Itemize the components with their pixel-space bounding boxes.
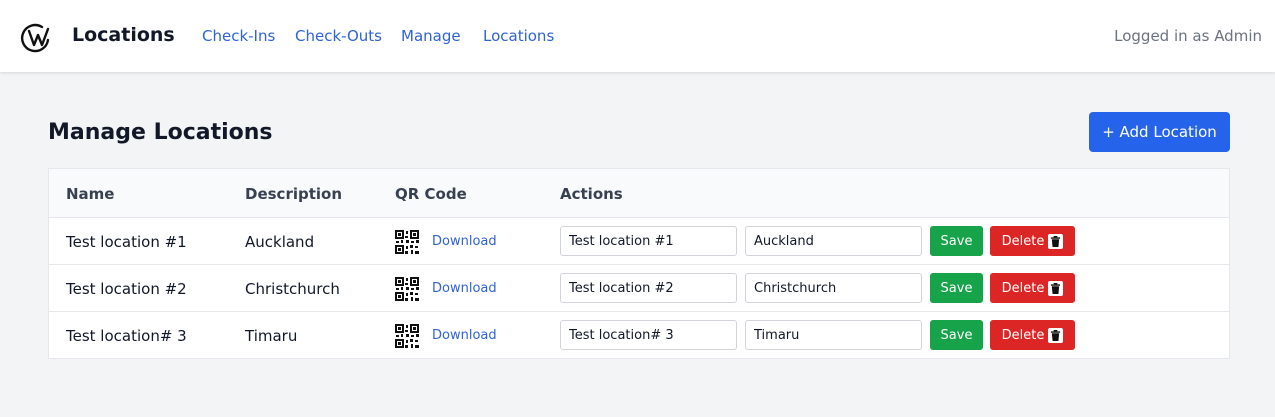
column-header-actions: Actions	[560, 185, 623, 203]
delete-label: Delete	[1001, 280, 1045, 296]
location-name: Test location #2	[66, 280, 187, 298]
location-name: Test location #1	[66, 233, 187, 251]
save-button[interactable]: Save	[930, 273, 983, 303]
trash-icon	[1048, 280, 1064, 296]
navbar: Locations Check-Ins Check-Outs Manage Lo…	[0, 0, 1275, 72]
save-button[interactable]: Save	[930, 226, 983, 256]
name-input[interactable]	[560, 320, 737, 350]
name-input[interactable]	[560, 226, 737, 256]
table-row: Test location #1 Auckland Download Save …	[49, 218, 1229, 265]
description-input[interactable]	[745, 273, 922, 303]
location-name: Test location# 3	[66, 327, 187, 345]
delete-button[interactable]: Delete	[990, 320, 1075, 350]
save-button[interactable]: Save	[930, 320, 983, 350]
add-location-button[interactable]: + Add Location	[1089, 112, 1230, 152]
nav-locations[interactable]: Locations	[483, 27, 554, 45]
qr-code-icon	[395, 230, 419, 254]
download-qr-link[interactable]: Download	[432, 234, 497, 249]
download-qr-link[interactable]: Download	[432, 328, 497, 343]
description-input[interactable]	[745, 226, 922, 256]
column-header-description: Description	[245, 185, 343, 203]
table-header: Name Description QR Code Actions	[49, 169, 1229, 218]
name-input[interactable]	[560, 273, 737, 303]
column-header-name: Name	[66, 185, 115, 203]
table-row: Test location# 3 Timaru Download Save De…	[49, 312, 1229, 359]
location-description: Timaru	[245, 327, 298, 345]
description-input[interactable]	[745, 320, 922, 350]
delete-label: Delete	[1001, 327, 1045, 343]
table-row: Test location #2 Christchurch Download S…	[49, 265, 1229, 312]
location-description: Auckland	[245, 233, 315, 251]
nav-manage[interactable]: Manage	[401, 27, 461, 45]
delete-button[interactable]: Delete	[990, 273, 1075, 303]
brand-title[interactable]: Locations	[72, 24, 175, 46]
delete-label: Delete	[1001, 233, 1045, 249]
trash-icon	[1048, 327, 1064, 343]
logged-in-status: Logged in as Admin	[1114, 27, 1262, 45]
delete-button[interactable]: Delete	[990, 226, 1075, 256]
qr-code-icon	[395, 277, 419, 301]
location-description: Christchurch	[245, 280, 340, 298]
locations-table: Name Description QR Code Actions Test lo…	[48, 168, 1230, 359]
nav-check-ins[interactable]: Check-Ins	[202, 27, 275, 45]
page-title: Manage Locations	[48, 120, 273, 145]
trash-icon	[1048, 233, 1064, 249]
qr-code-icon	[395, 324, 419, 348]
nav-check-outs[interactable]: Check-Outs	[295, 27, 382, 45]
download-qr-link[interactable]: Download	[432, 281, 497, 296]
column-header-qr-code: QR Code	[395, 185, 467, 203]
logo-icon[interactable]	[20, 21, 52, 53]
